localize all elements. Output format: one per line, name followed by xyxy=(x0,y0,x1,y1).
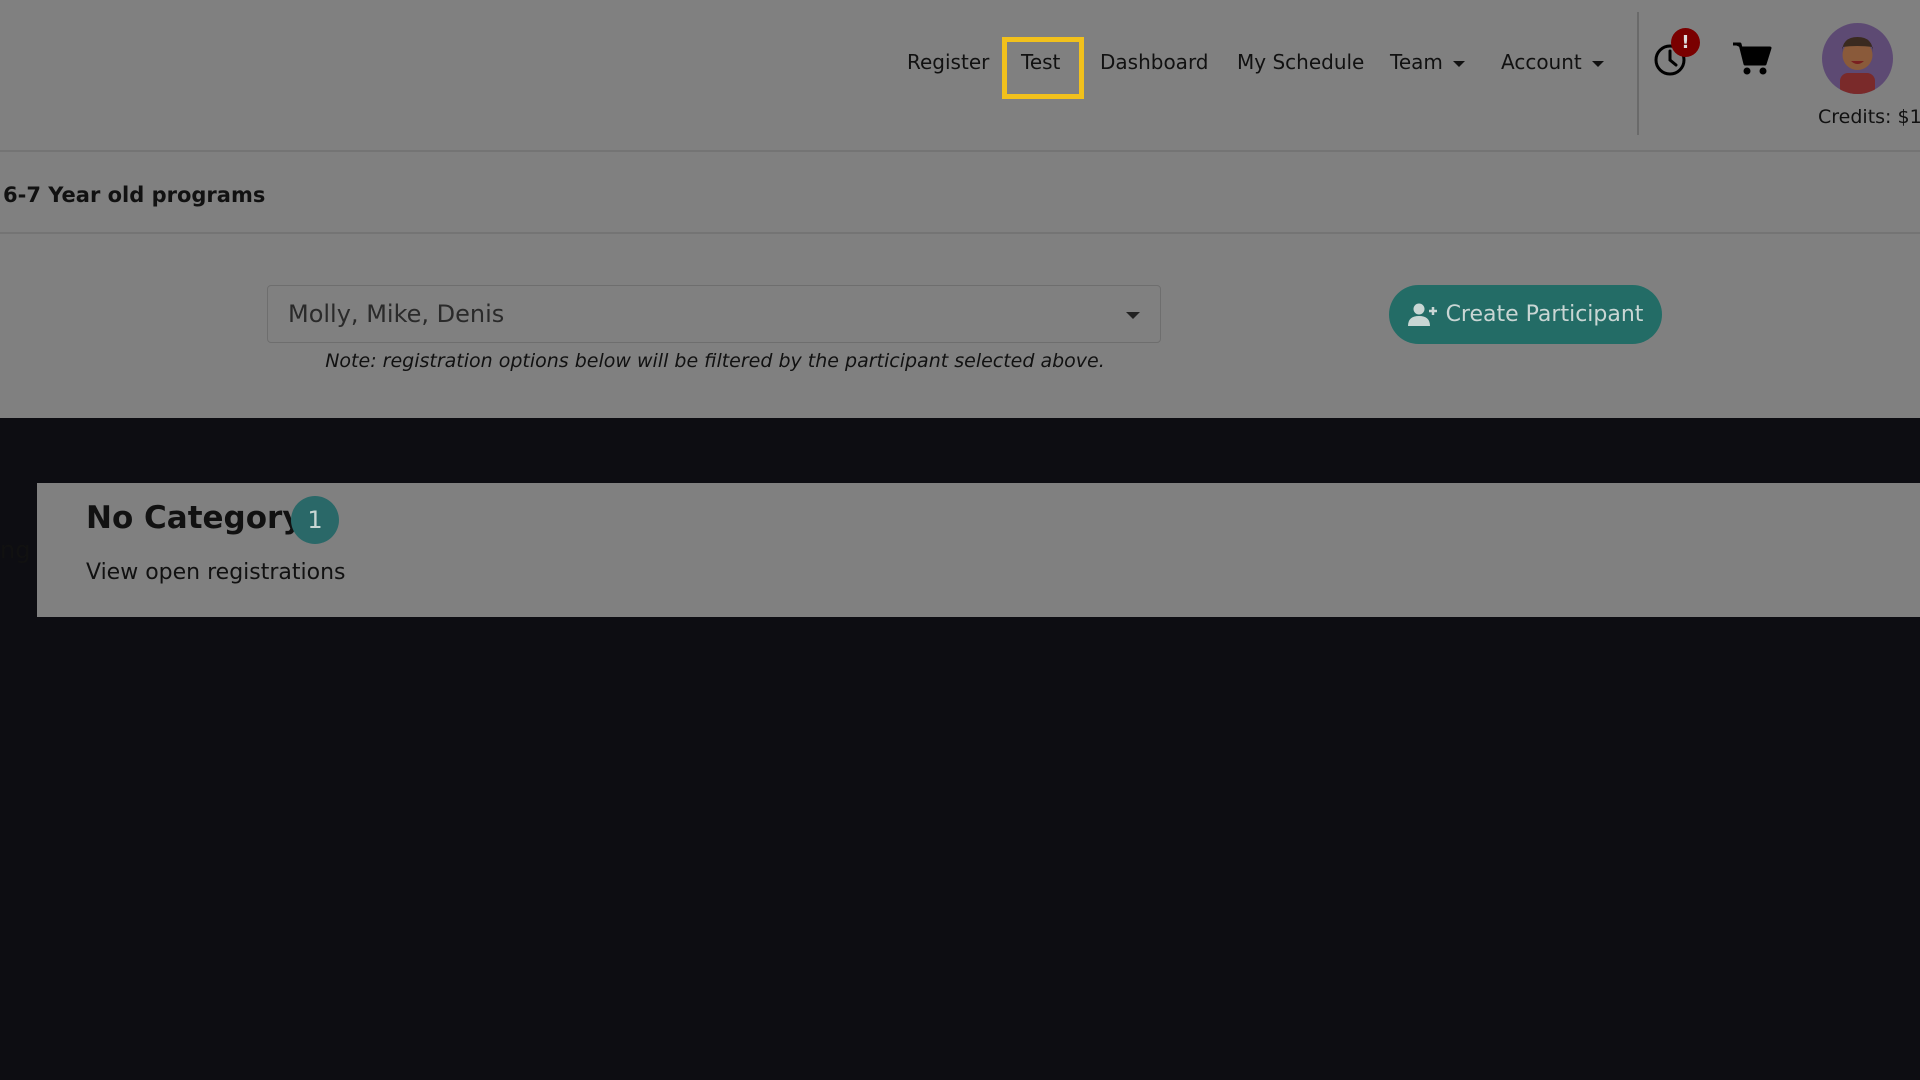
create-participant-label: Create Participant xyxy=(1445,302,1644,327)
page-title-bar xyxy=(0,152,1920,234)
credits-balance: Credits: $11 xyxy=(1818,106,1920,128)
create-participant-button[interactable]: Create Participant xyxy=(1389,285,1662,344)
chevron-down-icon xyxy=(1126,312,1140,319)
notification-badge: ! xyxy=(1671,28,1700,57)
chevron-down-icon xyxy=(1591,60,1604,67)
participant-select[interactable]: Molly, Mike, Denis xyxy=(267,285,1161,343)
category-title: No Category xyxy=(86,500,303,536)
nav-team[interactable]: Team xyxy=(1390,50,1465,74)
avatar-illustration xyxy=(1840,37,1875,94)
divider xyxy=(1637,12,1639,135)
top-navbar: Register Test Dashboard My Schedule Team… xyxy=(0,0,1920,152)
nav-account[interactable]: Account xyxy=(1501,50,1604,74)
view-open-registrations-link[interactable]: View open registrations xyxy=(86,560,346,585)
avatar[interactable] xyxy=(1822,23,1893,94)
participant-filter: ng programs for: Molly, Mike, Denis Note… xyxy=(0,234,1920,564)
category-card: No Category 1 View open registrations xyxy=(37,483,1920,617)
highlight-box xyxy=(1002,37,1084,99)
chevron-down-icon xyxy=(1452,60,1465,67)
user-plus-icon xyxy=(1407,303,1437,326)
filter-note: Note: registration options below will be… xyxy=(325,350,1105,372)
page-title: 6-7 Year old programs xyxy=(3,183,266,207)
category-count-badge: 1 xyxy=(291,496,339,544)
nav-dashboard[interactable]: Dashboard xyxy=(1100,50,1209,74)
cart-icon[interactable] xyxy=(1732,40,1772,76)
nav-register[interactable]: Register xyxy=(907,50,989,74)
nav-my-schedule[interactable]: My Schedule xyxy=(1237,50,1364,74)
participant-select-value: Molly, Mike, Denis xyxy=(288,300,505,328)
nav-team-label: Team xyxy=(1390,50,1443,74)
nav-account-label: Account xyxy=(1501,50,1582,74)
